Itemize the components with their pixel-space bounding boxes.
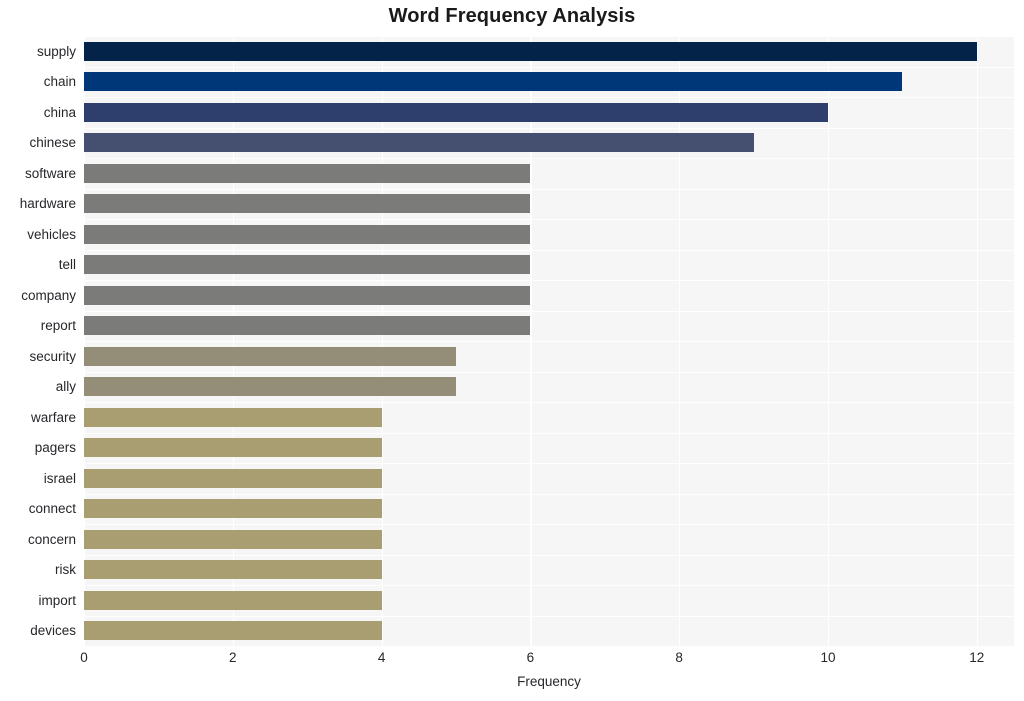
y-axis-tick-label: chain: [43, 74, 76, 90]
chart-figure: Word Frequency Analysis supply chain china…: [0, 0, 1024, 701]
bar: [84, 590, 382, 610]
y-gridline: [84, 463, 1014, 465]
y-gridline: [84, 310, 1014, 312]
y-axis-tick-label: concern: [27, 531, 76, 547]
x-axis-tick-labels: 0 2 4 6 8 10 12: [80, 650, 1014, 672]
y-gridline: [84, 341, 1014, 343]
x-axis-title: Frequency: [517, 674, 581, 689]
bar: [84, 621, 382, 641]
y-axis-tick-label: connect: [28, 501, 76, 517]
x-axis-tick-label: 2: [229, 650, 237, 665]
y-axis-tick-label: devices: [30, 623, 76, 639]
x-axis-tick-label: 12: [969, 650, 985, 665]
plot-area: [84, 36, 1014, 648]
y-axis-tick-label: chinese: [29, 135, 76, 151]
x-axis-tick-label: 6: [526, 650, 535, 665]
bar: [84, 72, 903, 92]
y-gridline: [84, 219, 1014, 221]
y-gridline: [84, 188, 1014, 190]
bar: [84, 41, 977, 61]
y-axis-tick-label: tell: [58, 257, 76, 273]
bar: [84, 316, 531, 336]
bar: [84, 224, 531, 244]
y-axis-tick-labels: supply chain china chinese software hardware v…: [0, 36, 76, 646]
bar: [84, 438, 382, 458]
y-axis-tick-label: israel: [43, 470, 76, 486]
bar: [84, 377, 456, 397]
bar: [84, 346, 456, 366]
bar: [84, 194, 531, 214]
y-axis-tick-label: security: [29, 348, 76, 364]
y-axis-tick-label: report: [40, 318, 76, 334]
x-axis-tick-label: 10: [820, 650, 836, 665]
y-axis-tick-label: company: [21, 287, 76, 303]
bar: [84, 102, 828, 122]
y-axis-tick-label: hardware: [19, 196, 76, 212]
bar: [84, 468, 382, 488]
bar: [84, 285, 531, 305]
y-gridline: [84, 158, 1014, 160]
y-axis-tick-label: warfare: [30, 409, 76, 425]
y-axis-tick-label: software: [24, 165, 76, 181]
bar: [84, 407, 382, 427]
y-gridline: [84, 524, 1014, 526]
bar: [84, 163, 531, 183]
x-axis-tick-label: 4: [377, 650, 386, 665]
y-axis-tick-label: risk: [55, 562, 76, 578]
bar: [84, 499, 382, 519]
y-gridline: [84, 127, 1014, 129]
chart-title: Word Frequency Analysis: [388, 5, 636, 27]
y-axis-tick-label: supply: [36, 43, 76, 59]
bar: [84, 133, 754, 153]
y-gridline: [84, 646, 1014, 648]
y-axis-tick-label: vehicles: [27, 226, 76, 242]
y-axis-tick-label: china: [43, 104, 76, 120]
x-axis-tick-label: 0: [80, 650, 88, 665]
y-axis-tick-label: ally: [55, 379, 76, 395]
bar: [84, 560, 382, 580]
y-gridline: [84, 432, 1014, 434]
x-axis-tick-label: 8: [675, 650, 683, 665]
y-gridline: [84, 554, 1014, 556]
y-gridline: [84, 280, 1014, 282]
y-gridline: [84, 371, 1014, 373]
y-gridline: [84, 97, 1014, 99]
y-axis-tick-label: pagers: [34, 440, 76, 456]
bar: [84, 255, 531, 275]
bar: [84, 529, 382, 549]
y-gridline: [84, 615, 1014, 617]
y-gridline: [84, 402, 1014, 404]
y-gridline: [84, 249, 1014, 251]
y-gridline: [84, 493, 1014, 495]
y-gridline: [84, 36, 1014, 38]
y-gridline: [84, 66, 1014, 68]
y-gridline: [84, 585, 1014, 587]
y-axis-tick-label: import: [38, 592, 76, 608]
